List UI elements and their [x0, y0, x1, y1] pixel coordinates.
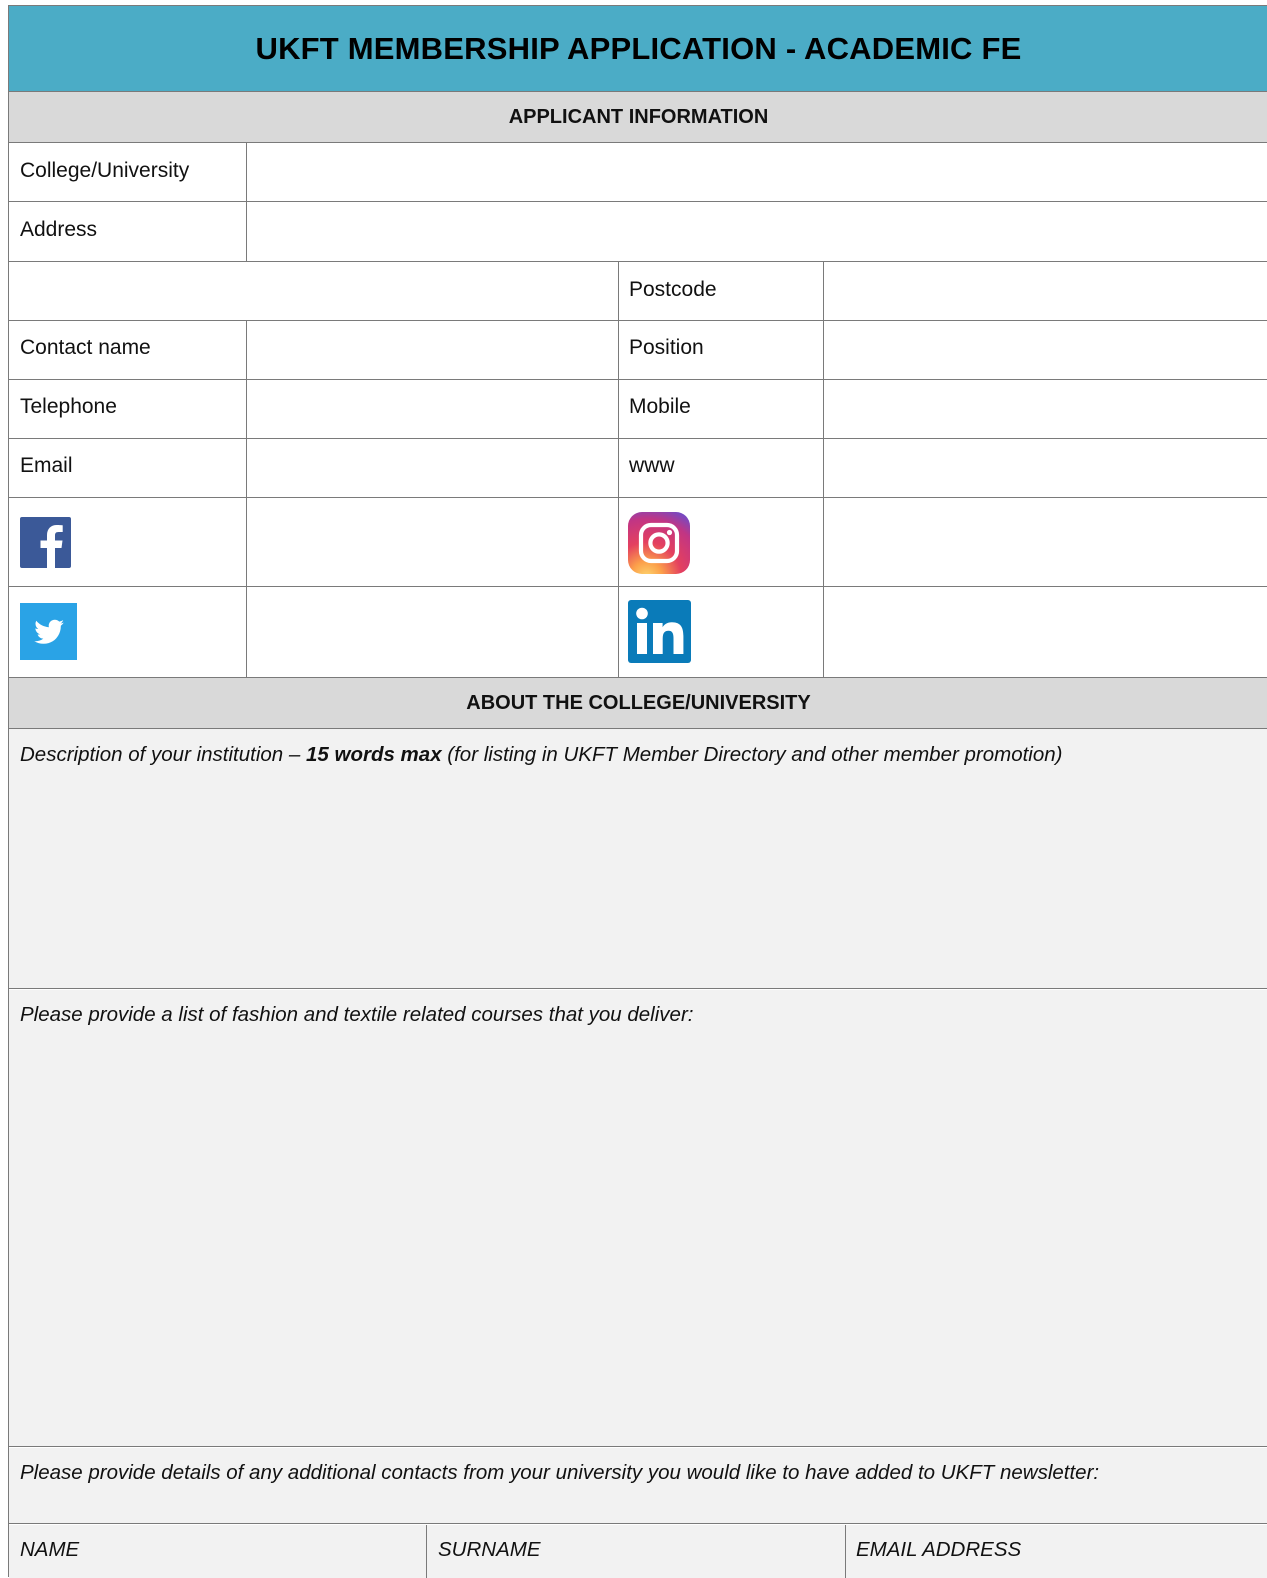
- facebook-icon: [20, 517, 71, 568]
- column-divider: [246, 143, 247, 261]
- column-divider: [426, 1525, 427, 1578]
- address-label: Address: [20, 218, 98, 241]
- applicant-section-heading: APPLICANT INFORMATION: [9, 92, 1267, 143]
- college-label: College/University: [20, 159, 190, 182]
- contacts-surname-header: SURNAME: [438, 1538, 541, 1561]
- column-divider: [845, 1525, 846, 1578]
- position-field[interactable]: [825, 321, 1267, 379]
- applicant-section-heading-text: APPLICANT INFORMATION: [508, 105, 769, 128]
- column-divider: [246, 320, 247, 677]
- college-field[interactable]: [248, 143, 1267, 201]
- address-line-2-field[interactable]: [9, 262, 617, 320]
- mobile-label: Mobile: [629, 395, 691, 418]
- postcode-label: Postcode: [629, 278, 717, 301]
- description-word-limit: 15 words max: [306, 743, 442, 766]
- column-divider: [823, 261, 824, 677]
- linkedin-icon: [628, 600, 691, 663]
- linkedin-field[interactable]: [825, 587, 1267, 677]
- instagram-field[interactable]: [825, 498, 1267, 586]
- email-label: Email: [20, 454, 73, 477]
- contacts-prompt-area: Please provide details of any additional…: [9, 1448, 1267, 1524]
- contact-name-label: Contact name: [20, 336, 151, 359]
- position-label: Position: [629, 336, 704, 359]
- mobile-field[interactable]: [825, 380, 1267, 438]
- description-prompt: Description of your institution – 15 wor…: [20, 743, 1062, 767]
- email-field[interactable]: [248, 439, 617, 497]
- twitter-icon: [20, 603, 77, 660]
- courses-text-area[interactable]: Please provide a list of fashion and tex…: [9, 990, 1267, 1447]
- form-title-bar: UKFT MEMBERSHIP APPLICATION - ACADEMIC F…: [9, 6, 1267, 92]
- description-prompt-end: (for listing in UKFT Member Directory an…: [441, 743, 1063, 766]
- facebook-field[interactable]: [248, 498, 617, 586]
- contacts-table-header: NAME SURNAME EMAIL ADDRESS: [9, 1525, 1267, 1578]
- form-title: UKFT MEMBERSHIP APPLICATION - ACADEMIC F…: [255, 30, 1022, 66]
- about-section-heading: ABOUT THE COLLEGE/UNIVERSITY: [9, 677, 1267, 729]
- telephone-label: Telephone: [20, 395, 117, 418]
- twitter-field[interactable]: [248, 587, 617, 677]
- postcode-field[interactable]: [825, 262, 1267, 320]
- www-field[interactable]: [825, 439, 1267, 497]
- courses-prompt: Please provide a list of fashion and tex…: [20, 1003, 694, 1026]
- about-section-heading-text: ABOUT THE COLLEGE/UNIVERSITY: [466, 691, 811, 714]
- telephone-field[interactable]: [248, 380, 617, 438]
- membership-form: UKFT MEMBERSHIP APPLICATION - ACADEMIC F…: [8, 5, 1267, 1578]
- contacts-name-header: NAME: [20, 1538, 80, 1561]
- column-divider: [618, 261, 619, 677]
- address-field[interactable]: [248, 202, 1267, 260]
- contacts-email-header: EMAIL ADDRESS: [856, 1538, 1022, 1561]
- description-prompt-start: Description of your institution –: [20, 743, 306, 766]
- instagram-icon: [628, 512, 690, 574]
- www-label: www: [629, 454, 675, 477]
- contacts-prompt: Please provide details of any additional…: [20, 1461, 1100, 1484]
- contact-name-field[interactable]: [248, 321, 617, 379]
- description-text-area[interactable]: Description of your institution – 15 wor…: [9, 729, 1267, 989]
